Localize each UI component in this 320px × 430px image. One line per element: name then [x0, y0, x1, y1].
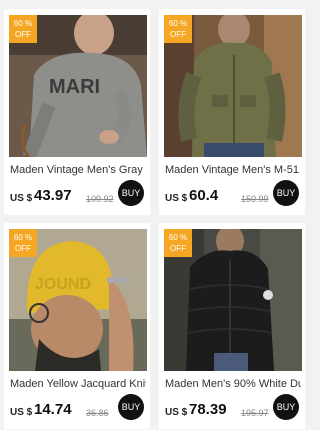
product-image[interactable]: JOUND 60 % OFF: [9, 229, 147, 371]
product-card[interactable]: 60 % OFF Maden Men's 90% White Duck US $…: [159, 223, 305, 429]
price-row: US $ 60.4 150.99 BUY: [165, 180, 301, 211]
product-title[interactable]: Maden Men's 90% White Duck: [165, 378, 301, 390]
original-price: 195.97: [241, 408, 269, 418]
svg-text:MARI: MARI: [49, 76, 100, 98]
currency: US $: [10, 407, 33, 418]
product-card[interactable]: 60 % OFF Maden Vintage Men's M-51 US $ 6…: [159, 9, 305, 215]
discount-badge: 60 % OFF: [164, 229, 192, 257]
original-price: 109.92: [86, 194, 114, 204]
price: 78.39: [189, 401, 227, 418]
product-card[interactable]: MARI 60 % OFF Maden Vintage Men's Gray L…: [4, 9, 150, 215]
buy-button[interactable]: BUY: [118, 394, 144, 420]
product-image[interactable]: MARI 60 % OFF: [9, 15, 147, 157]
svg-text:JOUND: JOUND: [35, 276, 91, 293]
product-image[interactable]: 60 % OFF: [164, 229, 302, 371]
buy-button[interactable]: BUY: [273, 394, 299, 420]
price-row: US $ 43.97 109.92 BUY: [10, 180, 146, 211]
original-price: 36.86: [86, 408, 109, 418]
discount-badge: 60 % OFF: [9, 15, 37, 43]
buy-button[interactable]: BUY: [118, 180, 144, 206]
product-image[interactable]: 60 % OFF: [164, 15, 302, 157]
currency: US $: [10, 193, 33, 204]
currency: US $: [165, 193, 188, 204]
original-price: 150.99: [241, 194, 269, 204]
price-row: US $ 14.74 36.86 BUY: [10, 394, 146, 425]
buy-button[interactable]: BUY: [273, 180, 299, 206]
discount-badge: 60 % OFF: [9, 229, 37, 257]
discount-badge: 60 % OFF: [164, 15, 192, 43]
price: 14.74: [34, 401, 72, 418]
product-card[interactable]: JOUND 60 % OFF Maden Yellow Jacquard Kni…: [4, 223, 150, 429]
price: 43.97: [34, 187, 72, 204]
product-title[interactable]: Maden Vintage Men's Gray Letter: [10, 164, 146, 176]
price: 60.4: [189, 187, 219, 204]
product-title[interactable]: Maden Yellow Jacquard Knit: [10, 378, 146, 390]
currency: US $: [165, 407, 188, 418]
product-title[interactable]: Maden Vintage Men's M-51: [165, 164, 301, 176]
price-row: US $ 78.39 195.97 BUY: [165, 394, 301, 425]
